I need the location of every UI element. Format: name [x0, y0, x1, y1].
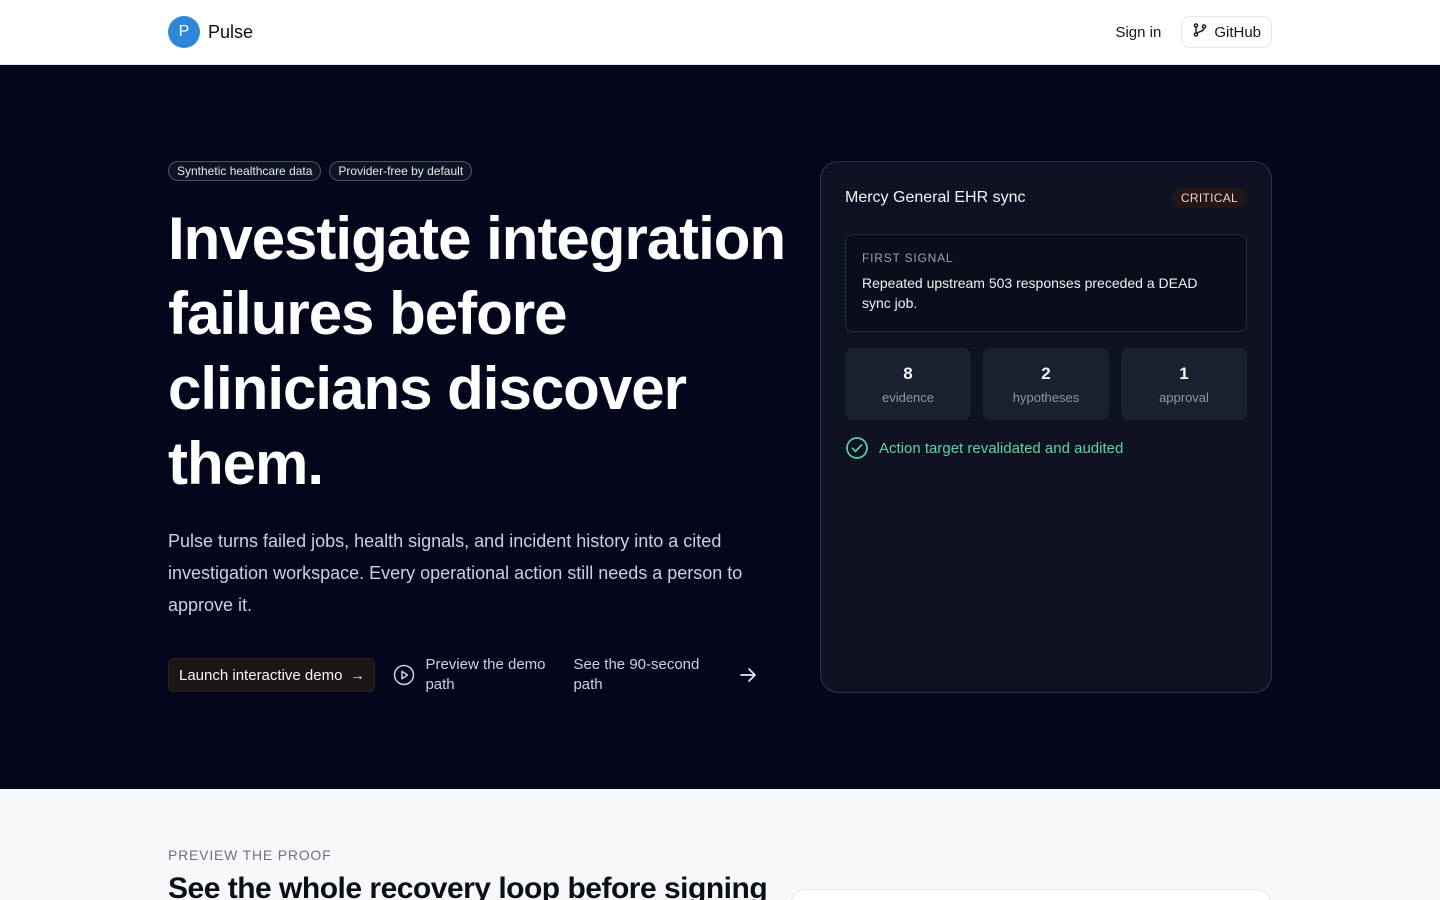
proof-title: See the whole recovery loop before signi…	[168, 872, 768, 900]
top-nav: P Pulse Sign in GitHub	[0, 0, 1440, 65]
stat-label: evidence	[881, 389, 935, 405]
stat-value: 1	[1179, 363, 1189, 383]
hero-chips: Synthetic healthcare data Provider-free …	[168, 161, 473, 181]
stat-value: 2	[1041, 363, 1051, 383]
check-circle-icon	[846, 437, 868, 459]
stat-approval: 1 approval	[1121, 348, 1247, 420]
brand-logo: P	[168, 16, 200, 48]
audit-status: Action target revalidated and audited	[845, 436, 1123, 460]
first-signal-text: Repeated upstream 503 responses preceded…	[862, 275, 1198, 311]
see-path-label: See the 90-second path	[573, 656, 700, 693]
incident-title: Mercy General EHR sync	[845, 189, 1026, 206]
incident-card-header: Mercy General EHR sync CRITICAL	[845, 188, 1247, 208]
hero-subtitle: Pulse turns failed jobs, health signals,…	[168, 531, 743, 615]
chip-synthetic-data: Synthetic healthcare data	[168, 161, 322, 181]
git-branch-icon	[1192, 22, 1208, 42]
github-button[interactable]: GitHub	[1181, 16, 1272, 48]
hero-title: Investigate integration failures before …	[168, 205, 786, 497]
proof-preview-card	[790, 889, 1272, 900]
first-signal-box: FIRST SIGNAL Repeated upstream 503 respo…	[845, 234, 1247, 332]
stat-value: 8	[903, 363, 913, 383]
incident-card: Mercy General EHR sync CRITICAL FIRST SI…	[820, 161, 1272, 693]
nav-actions: Sign in GitHub	[1115, 16, 1272, 48]
first-signal-label: FIRST SIGNAL	[862, 251, 954, 265]
chip-provider-free: Provider-free by default	[329, 161, 473, 181]
preview-demo-label: Preview the demo path	[425, 656, 546, 693]
stat-label: hypotheses	[1012, 389, 1080, 405]
arrow-right-icon: →	[350, 667, 365, 683]
sign-in-link[interactable]: Sign in	[1115, 24, 1161, 41]
hero-section: Synthetic healthcare data Provider-free …	[0, 65, 1440, 789]
see-path-link[interactable]: See the 90-second path	[573, 655, 757, 695]
launch-demo-label: Launch interactive demo	[179, 666, 343, 684]
cta-row: Launch interactive demo → Preview the de…	[168, 655, 757, 695]
launch-demo-button[interactable]: Launch interactive demo →	[168, 658, 376, 692]
stat-label: approval	[1159, 389, 1209, 405]
severity-badge: CRITICAL	[1171, 188, 1247, 208]
github-label: GitHub	[1214, 23, 1261, 41]
brand-name: Pulse	[208, 21, 254, 42]
proof-kicker: PREVIEW THE PROOF	[168, 847, 332, 863]
incident-stats: 8 evidence 2 hypotheses 1 approval	[845, 348, 1247, 420]
audit-status-text: Action target revalidated and audited	[879, 439, 1124, 457]
play-circle-icon	[394, 664, 415, 686]
preview-demo-link[interactable]: Preview the demo path	[393, 655, 563, 695]
arrow-right-icon	[740, 668, 757, 682]
brand[interactable]: P Pulse	[168, 16, 253, 48]
stat-hypotheses: 2 hypotheses	[983, 348, 1109, 420]
stat-evidence: 8 evidence	[845, 348, 971, 420]
